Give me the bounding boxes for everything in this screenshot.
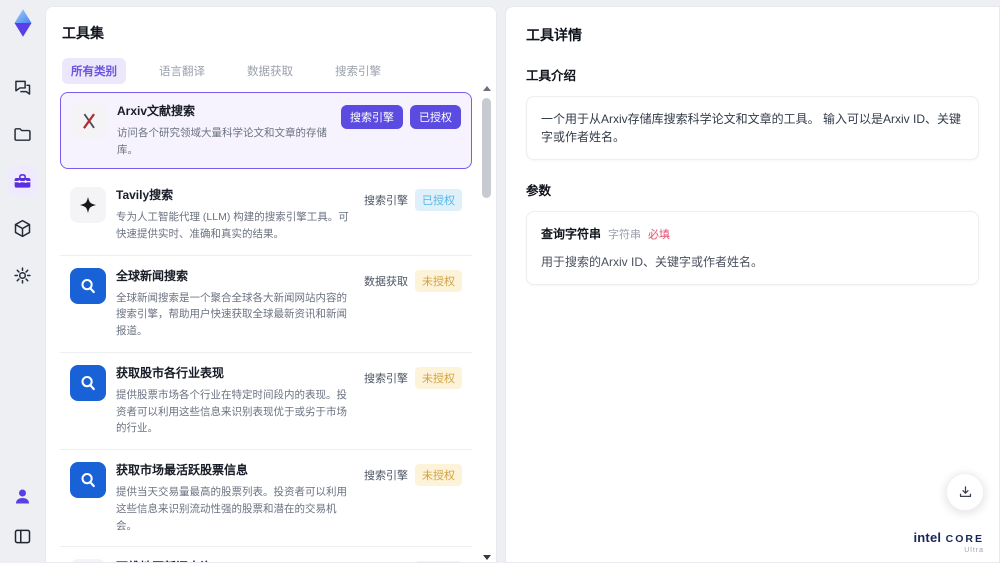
sidebar-item-collapse[interactable]: [8, 521, 38, 551]
folder-icon: [14, 127, 31, 141]
tool-info: 万维地区新闻查询 查询具体行政区划内的新闻，快速了解各地新闻动: [116, 559, 354, 562]
tab-language-translation[interactable]: 语言翻译: [150, 58, 214, 84]
tool-description: 提供当天交易量最高的股票列表。投资者可以利用这些信息来识别流动性强的股票和潜在的…: [116, 485, 347, 532]
tool-info: Arxiv文献搜索 访问各个研究领域大量科学论文和文章的存储库。: [117, 103, 331, 158]
param-description: 用于搜索的Arxiv ID、关键字或作者姓名。: [541, 254, 764, 269]
tool-description: 访问各个研究领域大量科学论文和文章的存储库。: [117, 126, 327, 156]
app-logo[interactable]: [8, 8, 38, 38]
news-search-icon: [70, 267, 106, 304]
sidebar-item-files[interactable]: [8, 119, 38, 149]
tab-search-engine[interactable]: 搜索引擎: [326, 58, 390, 84]
param-header: 查询字符串 字符串 必填: [541, 225, 964, 244]
tool-info: Tavily搜索 专为人工智能代理 (LLM) 构建的搜索引擎工具。可快速提供实…: [116, 187, 354, 242]
toolset-header: 工具集 所有类别 语言翻译 数据获取 搜索引擎: [46, 7, 496, 84]
tool-name: 获取市场最活跃股票信息: [116, 463, 249, 478]
sidebar: [0, 0, 45, 563]
tool-card-tavily[interactable]: Tavily搜索 专为人工智能代理 (LLM) 构建的搜索引擎工具。可快速提供实…: [60, 175, 472, 256]
tool-info: 获取股市各行业表现 提供股票市场各个行业在特定时间段内的表现。投资者可以利用这些…: [116, 365, 354, 437]
sidebar-bottom: [8, 481, 38, 551]
tab-all-categories[interactable]: 所有类别: [62, 58, 126, 84]
sidebar-item-models[interactable]: [8, 213, 38, 243]
panel-toggle-icon: [14, 529, 31, 543]
category-badge: 搜索引擎: [364, 372, 408, 385]
auth-status-badge: 未授权: [415, 464, 462, 487]
tool-card-sector-performance[interactable]: 获取股市各行业表现 提供股票市场各个行业在特定时间段内的表现。投资者可以利用这些…: [60, 353, 472, 451]
tool-name: 获取股市各行业表现: [116, 365, 225, 380]
param-name: 查询字符串: [541, 227, 602, 241]
brand-sub-text: Ultra: [964, 547, 984, 555]
cube-icon: [14, 219, 31, 237]
tool-card-regional-news[interactable]: 万维地区新闻查询 查询具体行政区划内的新闻，快速了解各地新闻动 搜索引擎 未授权: [60, 547, 472, 562]
chat-icon: [15, 80, 31, 95]
auth-status-badge: 未授权: [415, 561, 462, 562]
sidebar-item-tools[interactable]: [7, 166, 38, 196]
auth-status-badge: 未授权: [415, 366, 462, 389]
tool-list: Arxiv文献搜索 访问各个研究领域大量科学论文和文章的存储库。 搜索引擎 已授…: [46, 84, 496, 562]
main-content: 工具集 所有类别 语言翻译 数据获取 搜索引擎 Arxiv文献搜索 访问各个研究…: [45, 6, 1000, 563]
news-search-icon: [70, 462, 106, 499]
gear-icon: [14, 266, 31, 284]
tool-description: 提供股票市场各个行业在特定时间段内的表现。投资者可以利用这些信息来识别表现优于或…: [116, 388, 347, 435]
category-badge: 搜索引擎: [364, 470, 408, 483]
brand-intel-text: intel: [913, 529, 942, 545]
tool-details-panel: 工具详情 工具介绍 一个用于从Arxiv存储库搜索科学论文和文章的工具。 输入可…: [505, 6, 1000, 563]
auth-status-badge: 未授权: [415, 269, 462, 292]
auth-status-badge: 已授权: [415, 189, 462, 212]
tool-name: 全球新闻搜索: [116, 268, 189, 283]
tool-description: 全球新闻搜索是一个聚合全球各大新闻网站内容的搜索引擎，帮助用户快速获取全球最新资…: [116, 291, 347, 338]
tool-name: Tavily搜索: [116, 188, 174, 203]
tool-badges: 搜索引擎 已授权: [341, 105, 461, 129]
building-icon: [70, 559, 106, 562]
tool-card-global-news[interactable]: 全球新闻搜索 全球新闻搜索是一个聚合全球各大新闻网站内容的搜索引擎，帮助用户快速…: [60, 256, 472, 353]
scroll-up-arrow-icon[interactable]: [483, 86, 491, 91]
tool-badges: 搜索引擎 未授权: [364, 366, 462, 389]
tool-badges: 数据获取 未授权: [364, 269, 462, 292]
page-title: 工具集: [62, 25, 104, 41]
tool-info: 全球新闻搜索 全球新闻搜索是一个聚合全球各大新闻网站内容的搜索引擎，帮助用户快速…: [116, 268, 354, 340]
param-type: 字符串: [608, 229, 642, 241]
param-box: 查询字符串 字符串 必填 用于搜索的Arxiv ID、关键字或作者姓名。: [526, 211, 979, 285]
params-heading: 参数: [526, 184, 552, 198]
intel-core-logo: intel CORE Ultra: [913, 529, 984, 555]
details-title: 工具详情: [526, 27, 582, 43]
tavily-star-icon: [70, 187, 106, 224]
scroll-down-arrow-icon[interactable]: [483, 555, 491, 560]
tool-card-most-active-stocks[interactable]: 获取市场最活跃股票信息 提供当天交易量最高的股票列表。投资者可以利用这些信息来识…: [60, 450, 472, 548]
toolset-panel: 工具集 所有类别 语言翻译 数据获取 搜索引擎 Arxiv文献搜索 访问各个研究…: [45, 6, 497, 563]
tool-badges: 搜索引擎 未授权: [364, 561, 462, 562]
category-badge: 数据获取: [364, 275, 408, 288]
news-search-icon: [70, 364, 106, 401]
download-button[interactable]: [946, 473, 984, 511]
intro-text: 一个用于从Arxiv存储库搜索科学论文和文章的工具。 输入可以是Arxiv ID…: [541, 112, 962, 144]
intro-box: 一个用于从Arxiv存储库搜索科学论文和文章的工具。 输入可以是Arxiv ID…: [526, 96, 979, 160]
toolbox-icon: [14, 173, 31, 188]
tool-description: 专为人工智能代理 (LLM) 构建的搜索引擎工具。可快速提供实时、准确和真实的结…: [116, 211, 349, 240]
category-tabs: 所有类别 语言翻译 数据获取 搜索引擎: [62, 58, 480, 84]
tab-data-acquisition[interactable]: 数据获取: [238, 58, 302, 84]
tool-name: 万维地区新闻查询: [116, 559, 354, 562]
param-required-label: 必填: [648, 229, 671, 241]
tool-name: Arxiv文献搜索: [117, 104, 196, 118]
scrollbar-thumb[interactable]: [482, 98, 491, 198]
download-icon: [959, 485, 971, 497]
category-badge: 搜索引擎: [364, 195, 408, 208]
sidebar-item-chat[interactable]: [8, 72, 38, 102]
tool-badges: 搜索引擎 已授权: [364, 189, 462, 212]
sidebar-item-profile[interactable]: [8, 481, 38, 511]
arxiv-logo-icon: [71, 103, 107, 139]
tool-card-arxiv[interactable]: Arxiv文献搜索 访问各个研究领域大量科学论文和文章的存储库。 搜索引擎 已授…: [60, 92, 472, 170]
auth-status-badge: 已授权: [410, 105, 461, 129]
brand-core-text: CORE: [945, 532, 984, 545]
intro-heading: 工具介绍: [526, 69, 577, 83]
category-badge: 搜索引擎: [341, 105, 403, 129]
tool-info: 获取市场最活跃股票信息 提供当天交易量最高的股票列表。投资者可以利用这些信息来识…: [116, 462, 354, 534]
scrollbar[interactable]: [482, 86, 491, 560]
tool-badges: 搜索引擎 未授权: [364, 464, 462, 487]
sidebar-nav: [7, 72, 38, 290]
user-icon: [15, 489, 30, 503]
sidebar-item-settings[interactable]: [8, 260, 38, 290]
